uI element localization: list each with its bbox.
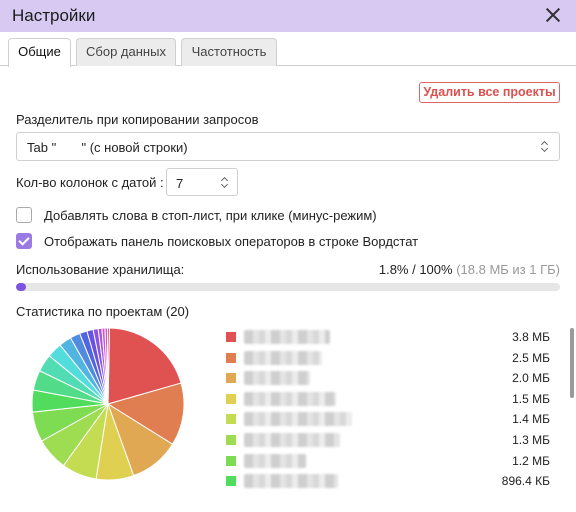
legend-row: 896.4 КБ xyxy=(226,471,552,491)
legend-swatch xyxy=(226,455,236,466)
legend-swatch xyxy=(226,435,236,445)
storage-usage-text: 1.8% / 100% (18.8 МБ из 1 ГБ) xyxy=(379,262,560,277)
projects-pie-chart xyxy=(31,327,185,481)
select-arrows-icon xyxy=(541,141,549,153)
legend-project-name-redacted xyxy=(244,371,310,386)
legend-project-name-redacted xyxy=(244,474,338,489)
tab-frequency[interactable]: Частотность xyxy=(181,38,277,66)
legend-project-name-redacted xyxy=(244,453,306,468)
legend-row: 2.5 МБ xyxy=(226,348,552,368)
operators-panel-checkbox[interactable] xyxy=(16,233,32,249)
legend-swatch xyxy=(226,373,236,384)
storage-detail: (18.8 МБ из 1 ГБ) xyxy=(456,262,560,277)
stepper-arrows-icon[interactable] xyxy=(221,177,229,189)
storage-label: Использование хранилища: xyxy=(16,262,185,277)
legend-swatch xyxy=(226,476,236,487)
separator-label: Разделитель при копировании запросов xyxy=(16,112,259,127)
legend-project-name-redacted xyxy=(244,330,330,344)
legend-size: 1.5 МБ xyxy=(512,391,550,406)
legend-size: 2.5 МБ xyxy=(512,350,550,365)
date-columns-stepper[interactable]: 7 xyxy=(166,168,238,196)
window-title: Настройки xyxy=(12,6,96,25)
storage-progress-bar xyxy=(16,283,560,291)
minus-mode-label: Добавлять слова в стоп-лист, при клике (… xyxy=(44,208,377,223)
delete-all-projects-button[interactable]: Удалить все проекты xyxy=(419,82,560,103)
date-columns-label: Кол-во колонок с датой : xyxy=(16,175,164,190)
legend-swatch xyxy=(226,393,236,404)
legend-scrollbar[interactable] xyxy=(570,328,574,398)
legend-row: 1.5 МБ xyxy=(226,389,552,409)
date-columns-value: 7 xyxy=(176,176,184,191)
legend-project-name-redacted xyxy=(244,350,322,365)
operators-panel-label: Отображать панель поисковых операторов в… xyxy=(44,234,419,249)
legend-size: 2.0 МБ xyxy=(512,371,550,386)
legend-row: 1.4 МБ xyxy=(226,409,552,429)
tab-general[interactable]: Общие xyxy=(8,38,71,67)
legend-size: 3.8 МБ xyxy=(512,330,550,344)
legend-size: 896.4 КБ xyxy=(501,474,550,489)
legend-row: 1.3 МБ xyxy=(226,430,552,450)
legend-swatch xyxy=(226,414,236,425)
close-icon[interactable] xyxy=(542,4,564,26)
tab-data-collection[interactable]: Сбор данных xyxy=(76,38,176,66)
storage-progress-fill xyxy=(16,283,26,291)
title-bar: Настройки xyxy=(0,0,576,32)
projects-legend: 3.8 МБ 2.5 МБ 2.0 МБ 1.5 МБ 1.4 МБ 1.3 МБ 1.2 … xyxy=(226,327,552,497)
project-stats-label: Статистика по проектам (20) xyxy=(16,304,190,319)
legend-size: 1.3 МБ xyxy=(512,433,550,447)
legend-project-name-redacted xyxy=(244,391,336,406)
separator-select[interactable]: Tab " " (с новой строки) xyxy=(16,132,560,161)
legend-project-name-redacted xyxy=(244,433,340,447)
legend-row: 3.8 МБ xyxy=(226,327,552,347)
separator-selected-value: Tab " " (с новой строки) xyxy=(27,140,188,155)
legend-row: 1.2 МБ xyxy=(226,451,552,471)
storage-percent: 1.8% / 100% xyxy=(378,262,453,277)
legend-size: 1.4 МБ xyxy=(512,412,550,427)
legend-size: 1.2 МБ xyxy=(512,453,550,468)
minus-mode-checkbox[interactable] xyxy=(16,207,32,223)
legend-row: 2.0 МБ xyxy=(226,368,552,388)
legend-project-name-redacted xyxy=(244,412,352,427)
legend-swatch xyxy=(226,352,236,363)
legend-swatch xyxy=(226,332,236,342)
